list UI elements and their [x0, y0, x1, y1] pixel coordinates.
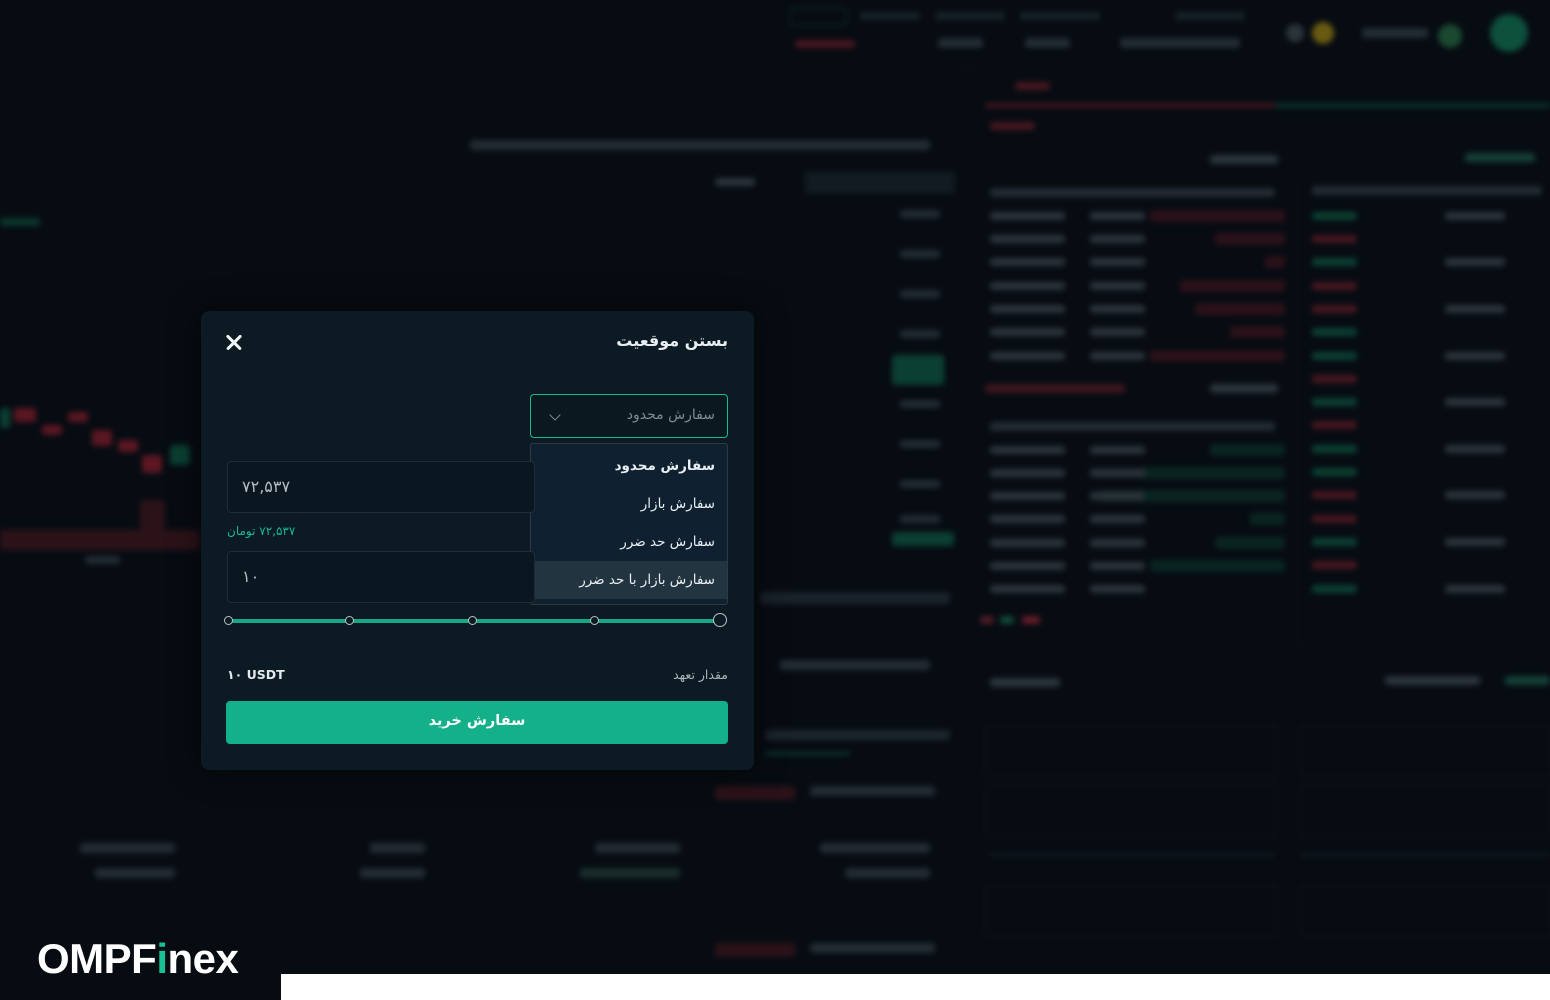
- price-input[interactable]: ۷۲,۵۳۷: [227, 461, 535, 513]
- dropdown-option-market[interactable]: سفارش بازار: [531, 485, 727, 523]
- logo-text-a: OMPF: [37, 935, 157, 982]
- slider-step-0[interactable]: [224, 616, 233, 625]
- buy-order-button[interactable]: سفارش خرید: [226, 701, 728, 744]
- order-type-select[interactable]: سفارش محدود: [530, 394, 728, 438]
- chevron-down-icon: [549, 409, 561, 421]
- omp-finex-logo: OMPFinex: [37, 935, 239, 983]
- amount-input[interactable]: ۱۰: [227, 551, 535, 603]
- dropdown-option-market-stop-loss[interactable]: سفارش بازار با حد ضرر: [531, 561, 727, 599]
- commitment-label: مقدار تعهد: [673, 667, 728, 682]
- order-type-selected-value: سفارش محدود: [626, 407, 715, 423]
- slider-step-50[interactable]: [468, 616, 477, 625]
- price-input-value: ۷۲,۵۳۷: [242, 477, 291, 496]
- order-type-dropdown: سفارش محدود سفارش بازار سفارش حد ضرر سفا…: [530, 443, 728, 605]
- amount-input-value: ۱۰: [242, 567, 260, 586]
- close-icon[interactable]: [223, 331, 245, 353]
- price-toman-note: ۷۲,۵۳۷ تومان: [227, 524, 296, 538]
- slider-step-75[interactable]: [590, 616, 599, 625]
- commitment-value: ۱۰ USDT: [227, 667, 285, 682]
- close-position-modal: بستن موقعیت سفارش محدود سفارش محدود سفار…: [201, 311, 754, 770]
- slider-handle[interactable]: [713, 613, 727, 627]
- slider-step-25[interactable]: [345, 616, 354, 625]
- logo-i-glyph: i: [156, 935, 168, 982]
- dropdown-option-stop-loss[interactable]: سفارش حد ضرر: [531, 523, 727, 561]
- footer-white-bar: [281, 974, 1550, 1000]
- modal-title: بستن موقعیت: [616, 331, 728, 350]
- logo-text-b: nex: [167, 935, 239, 982]
- dropdown-option-limit[interactable]: سفارش محدود: [531, 447, 727, 485]
